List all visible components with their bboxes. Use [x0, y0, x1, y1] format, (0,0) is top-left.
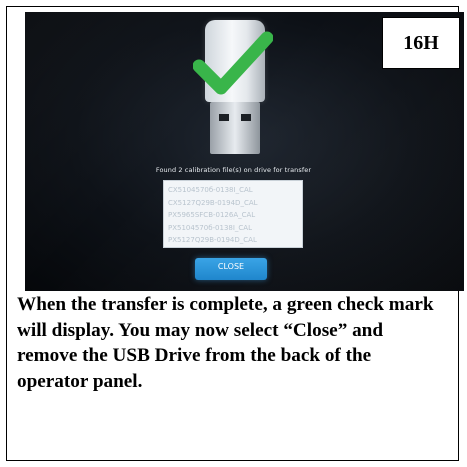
step-label: 16H — [382, 17, 460, 69]
usb-slot — [241, 114, 251, 121]
close-button[interactable]: CLOSE — [195, 258, 267, 280]
usb-slot — [219, 114, 229, 121]
transfer-message: Found 2 calibration file(s) on drive for… — [155, 166, 312, 174]
instruction-caption: When the transfer is complete, a green c… — [17, 294, 434, 392]
usb-plug — [210, 102, 260, 154]
file-list: CX5104570б-0138І_CAL CX5127Q29B-0194D_CA… — [163, 180, 303, 248]
list-item: PX5965SFCB-0126A_CAL — [168, 211, 256, 219]
list-item: PX5104570б-0138І_CAL — [168, 223, 252, 232]
list-item: PX5127Q29B-0194D_CAL — [168, 236, 257, 244]
list-item: CX5127Q29B-0194D_CAL — [168, 198, 258, 207]
list-item: CX5104570б-0138І_CAL — [168, 186, 253, 194]
check-mark-icon — [193, 31, 273, 95]
